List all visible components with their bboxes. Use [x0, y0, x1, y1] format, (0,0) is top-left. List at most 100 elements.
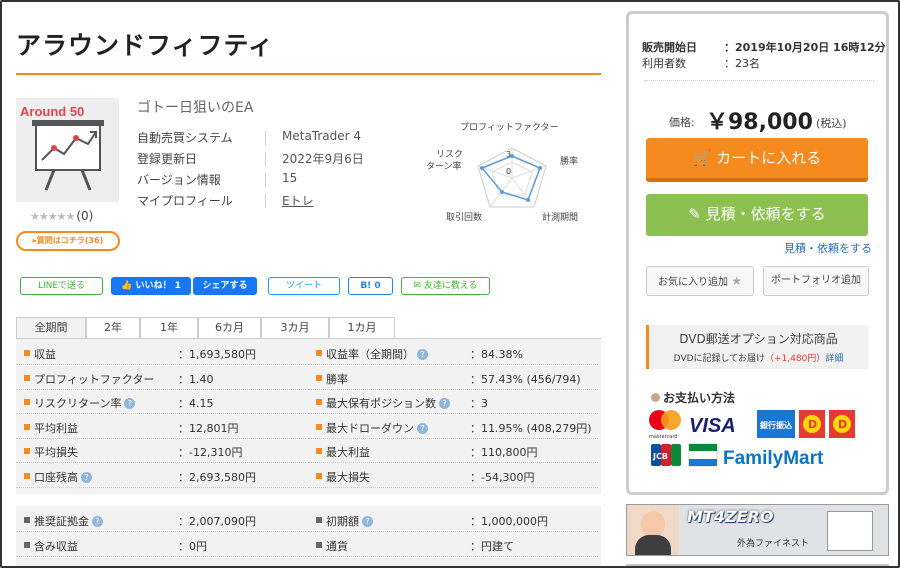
- help-icon[interactable]: ?: [124, 398, 136, 409]
- stat-label: 収益: [34, 346, 56, 362]
- stat-value: ：84.38%: [470, 348, 523, 361]
- bullet-icon: [316, 350, 322, 356]
- bullet-icon: [316, 399, 322, 405]
- stat-value: ：1.40: [178, 372, 214, 386]
- stat-label: 平均利益: [34, 420, 78, 436]
- radar-label-top: プロフィットファクター: [460, 122, 558, 133]
- help-icon[interactable]: ?: [439, 398, 450, 409]
- stat-label-text: 最大ドローダウン: [326, 421, 414, 435]
- stat-label-text: 口座残高: [34, 470, 78, 484]
- stat-label-text: 含み収益: [34, 539, 78, 553]
- facebook-like-button[interactable]: 👍 いいね！ 1: [111, 277, 191, 295]
- info-row: 自動売買システム MetaTrader 4: [137, 129, 427, 150]
- info-row: 登録更新日 2022年9月6日: [137, 150, 427, 171]
- tab-1-year[interactable]: 1年: [140, 317, 198, 339]
- stat-value: ：0円: [178, 539, 207, 553]
- qa-button[interactable]: ▸質問はコチラ(36): [16, 231, 120, 251]
- stat-label-text: 平均利益: [34, 421, 78, 435]
- bullet-icon: [24, 423, 30, 430]
- tab-1-month[interactable]: 1カ月: [329, 317, 395, 339]
- stat-label: 初期額?: [326, 513, 373, 529]
- stat-label: 最大損失: [326, 469, 370, 485]
- quote-request-button[interactable]: ✎ 見積・依頼をする: [646, 194, 868, 236]
- dvd-price: （+1,480円）: [765, 354, 826, 364]
- hatena-bookmark-button[interactable]: B! 0: [348, 277, 393, 295]
- dvd-title: DVD郵送オプション対応商品: [679, 332, 838, 346]
- bullet-icon: [24, 472, 30, 479]
- stat-label: 含み収益: [34, 538, 78, 554]
- line-share-button[interactable]: LINEで送る: [20, 277, 103, 295]
- help-icon[interactable]: ?: [362, 516, 373, 527]
- ad-screen-image: [827, 511, 873, 551]
- svg-text:D: D: [838, 418, 847, 431]
- payment-methods: mastercard VISA 銀行振込 D D JCB FamilyMart: [649, 410, 855, 469]
- info-separator: [265, 173, 266, 187]
- bullet-icon: [316, 517, 322, 523]
- tweet-button[interactable]: ツイート: [268, 277, 340, 295]
- help-icon[interactable]: ?: [417, 422, 428, 434]
- bullet-icon: [316, 374, 322, 381]
- quote-request-link[interactable]: 見積・依頼をする: [784, 240, 872, 256]
- stat-value: ：11.95% (408,279円): [470, 421, 592, 435]
- svg-text:JCB: JCB: [652, 452, 668, 461]
- stat-row: 最大保有ポジション数? ：3: [308, 390, 598, 414]
- dvd-detail-link[interactable]: 詳細: [825, 354, 843, 364]
- rating: ★★★★★ (0): [30, 209, 93, 223]
- stat-label: 口座残高?: [34, 469, 92, 485]
- info-row: マイプロフィール Eトレ: [137, 192, 427, 213]
- stats-panel: 収益 ：1,693,580円プロフィットファクター ：1.40 リスクリターン率? ：4…: [16, 339, 601, 494]
- add-portfolio-button[interactable]: ポートフォリオ追加: [763, 266, 869, 296]
- stat-label: 最大利益: [326, 444, 370, 460]
- info-row: バージョン情報 15: [137, 171, 427, 192]
- info-key: マイプロフィール: [137, 194, 233, 208]
- stat-label-text: 平均損失: [34, 446, 78, 459]
- stat-label: 勝率: [326, 371, 348, 387]
- help-icon[interactable]: ?: [417, 349, 428, 360]
- svg-text:D: D: [808, 418, 817, 431]
- stat-label-text: 通貨: [326, 539, 348, 553]
- stat-label-text: 最大利益: [326, 446, 370, 459]
- stat-row: 収益 ：1,693,580円: [16, 341, 306, 365]
- tab-3-months[interactable]: 3カ月: [261, 317, 329, 339]
- info-separator: [265, 194, 266, 208]
- tab-6-months[interactable]: 6カ月: [198, 317, 261, 339]
- rating-stars: ★★★★★: [30, 210, 75, 223]
- product-subtitle: ゴトー日狙いのEA: [137, 100, 254, 116]
- stat-row: リスクリターン率? ：4.15: [16, 390, 306, 414]
- help-icon[interactable]: ?: [92, 516, 103, 527]
- bullet-icon: [24, 517, 30, 523]
- sale-start-label: 販売開始日: [642, 41, 697, 54]
- bullet-icon: [316, 423, 322, 430]
- stat-label-text: 初期額: [326, 515, 359, 528]
- profile-link[interactable]: Eトレ: [282, 192, 314, 209]
- product-info: 自動売買システム MetaTrader 4 登録更新日 2022年9月6日 バージョ…: [137, 129, 427, 213]
- stat-label: プロフィットファクター: [34, 371, 154, 387]
- tell-friend-button[interactable]: ✉ 友達に教える: [401, 277, 490, 295]
- ad-person-image: [627, 505, 679, 555]
- add-to-cart-button[interactable]: 🛒 カートに入れる: [646, 138, 868, 182]
- rating-count: (0): [76, 209, 94, 223]
- purchase-box: 販売開始日 ：2019年10月20日 16時12分 利用者数 ：23名 価格: …: [626, 11, 889, 495]
- help-icon[interactable]: ?: [81, 471, 92, 483]
- stat-row: 最大利益 ：110,800円: [308, 439, 598, 463]
- stat-label-text: 収益: [34, 348, 56, 361]
- radar-point: [526, 198, 530, 202]
- stat-label-text: リスクリターン率: [34, 397, 122, 410]
- product-image[interactable]: Around 50: [16, 98, 119, 202]
- info-key: バージョン情報: [137, 173, 221, 187]
- mastercard-logo: mastercard: [649, 410, 681, 440]
- ad-banner-2[interactable]: [626, 564, 889, 566]
- tab-2-years[interactable]: 2年: [86, 317, 140, 339]
- stat-row: 収益率（全期間）? ：84.38%: [308, 341, 598, 365]
- bullet-icon: [651, 393, 660, 402]
- ad-banner[interactable]: MT4ZERO 外為ファイネスト: [626, 504, 889, 556]
- radar-label-left-1: リスク: [436, 149, 463, 160]
- stat-row: 最大損失 ：-54,300円: [308, 464, 598, 488]
- facebook-share-button[interactable]: シェアする: [193, 277, 257, 295]
- stat-row: 最大ドローダウン? ：11.95% (408,279円): [308, 415, 598, 439]
- bullet-icon: [316, 472, 322, 479]
- info-key: 自動売買システム: [137, 131, 233, 145]
- stat-label-text: 勝率: [326, 372, 348, 386]
- add-favorite-button[interactable]: お気に入り追加 ★: [646, 266, 754, 296]
- tab-all-period[interactable]: 全期間: [16, 317, 86, 339]
